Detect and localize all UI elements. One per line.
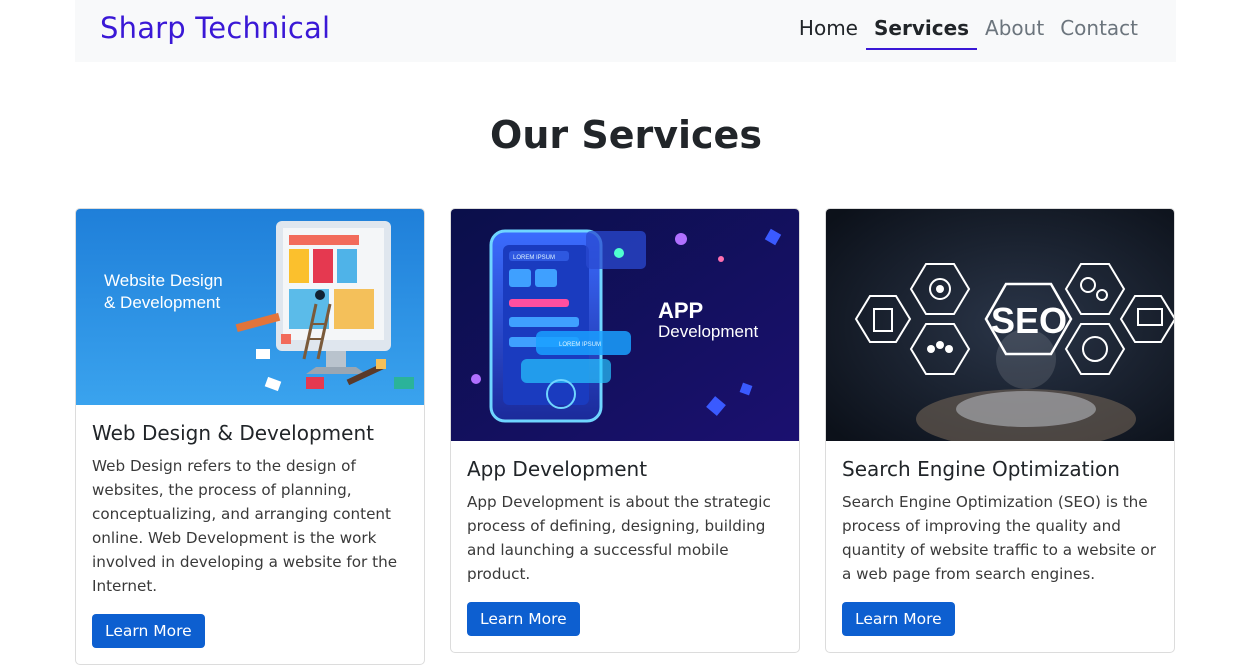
app-development-image: LOREM IPSUM LOREM IPSUM APP Development (451, 209, 799, 441)
card-title: Web Design & Development (92, 421, 374, 445)
app-image-small-1: LOREM IPSUM (513, 255, 555, 261)
nav-services[interactable]: Services (865, 15, 978, 50)
card-text: Web Design refers to the design of websi… (92, 457, 398, 595)
web-design-image: Website Design & Development (76, 209, 424, 405)
app-image-text-1: APP (658, 298, 703, 323)
card-body: Web Design & Development Web Design refe… (76, 405, 424, 664)
card-title: Search Engine Optimization (842, 457, 1120, 481)
seo-image: SEO (826, 209, 1174, 441)
seo-image-text: SEO (991, 300, 1067, 341)
card-title: App Development (467, 457, 648, 481)
learn-more-button-seo[interactable]: Learn More (842, 602, 955, 636)
app-image-small-2: LOREM IPSUM (559, 342, 601, 348)
service-card-app: LOREM IPSUM LOREM IPSUM APP Development … (450, 208, 800, 653)
app-image-text-2: Development (658, 322, 758, 341)
card-body: Search Engine Optimization Search Engine… (826, 441, 1174, 652)
card-text: Search Engine Optimization (SEO) is the … (842, 493, 1157, 583)
nav-menu: Home Services About Contact (791, 15, 1146, 50)
page-title: Our Services (490, 113, 762, 157)
nav-about[interactable]: About (977, 15, 1052, 50)
web-image-text-2: & Development (104, 293, 221, 312)
brand-link[interactable]: Sharp Technical (100, 11, 330, 45)
card-text: App Development is about the strategic p… (467, 493, 771, 583)
card-body: App Development App Development is about… (451, 441, 799, 652)
navbar: Sharp Technical Home Services About Cont… (75, 0, 1176, 62)
nav-contact[interactable]: Contact (1052, 15, 1146, 50)
service-card-seo: SEO Search Engine Optimization Search En… (825, 208, 1175, 653)
web-image-text-1: Website Design (104, 271, 223, 290)
nav-home[interactable]: Home (791, 15, 866, 50)
service-card-web: Website Design & Development Web Design … (75, 208, 425, 665)
learn-more-button-app[interactable]: Learn More (467, 602, 580, 636)
learn-more-button-web[interactable]: Learn More (92, 614, 205, 648)
